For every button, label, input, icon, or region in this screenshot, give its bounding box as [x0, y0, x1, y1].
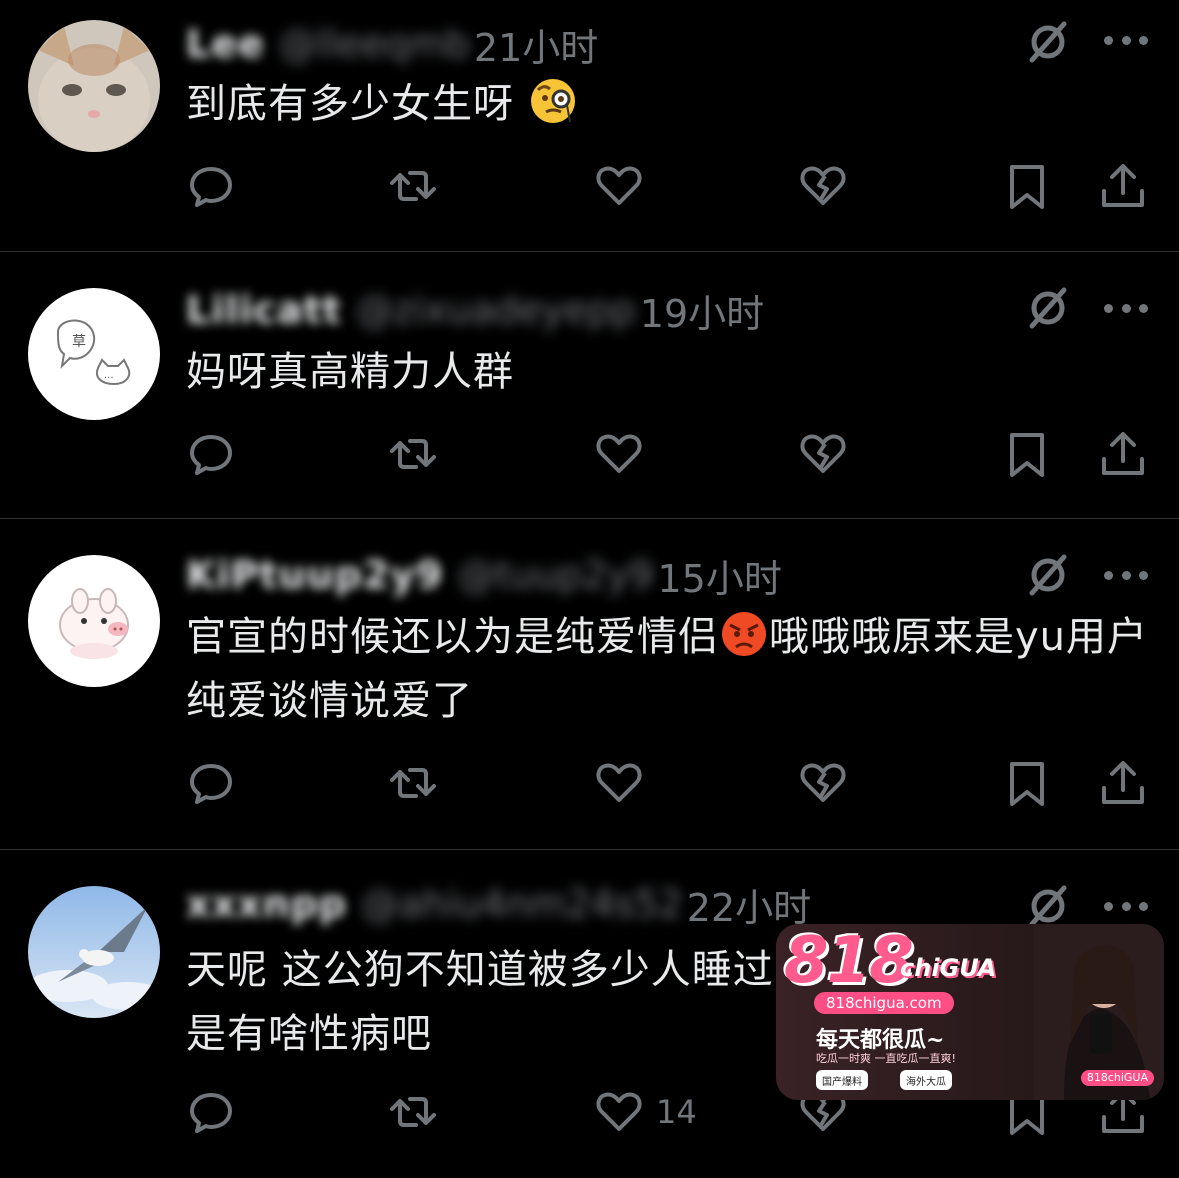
watermark-subtitle: 吃瓜一时爽 一直吃瓜一直爽!: [816, 1052, 956, 1065]
like-icon: [596, 763, 642, 802]
avatar[interactable]: [28, 555, 160, 687]
watermark-logo: 818: [784, 924, 914, 998]
watermark-ad: 818 chiGUA 818chigua.com 每天都很瓜~ 吃瓜一时爽 一直…: [776, 924, 1164, 1100]
dislike-button[interactable]: [798, 158, 848, 214]
repost-button[interactable]: [388, 755, 438, 811]
bookmark-button[interactable]: [1002, 755, 1052, 811]
reply-icon: [190, 764, 232, 804]
share-icon: [1102, 761, 1144, 804]
face-with-monocle-emoji: [530, 79, 575, 123]
post-text: 到底有多少女生呀: [186, 72, 1161, 136]
bookmark-icon: [1010, 433, 1044, 477]
post-text: 官宣的时候还以为是纯爱情侣 哦哦哦原来是yu用户纯爱谈情说爱了: [186, 605, 1161, 733]
dislike-button[interactable]: [798, 755, 848, 811]
author-handle[interactable]: @tuup2y9: [457, 553, 653, 597]
svg-text:草: 草: [72, 334, 86, 350]
like-count: 14: [656, 1093, 697, 1131]
post-header: Lee @lleeqmb 21小时: [186, 16, 598, 72]
bookmark-button[interactable]: [1002, 426, 1052, 482]
broken-heart-icon: [800, 763, 846, 802]
post-text-content: 妈呀真高精力人群: [186, 349, 514, 395]
post-2[interactable]: 草 ... Lilicatt @zixuadeyepp 19小时 妈呀真高精力人…: [0, 252, 1179, 518]
watermark-tag: 818chiGUA: [1080, 1070, 1154, 1086]
grok-icon[interactable]: [1024, 284, 1072, 332]
share-icon: [1102, 432, 1144, 475]
author-name[interactable]: Lee: [186, 22, 265, 66]
more-icon[interactable]: [1104, 298, 1148, 318]
author-name[interactable]: KiPtuup2y9: [186, 553, 443, 597]
author-handle[interactable]: @lleeqmb: [279, 22, 470, 66]
repost-button[interactable]: [388, 158, 438, 214]
post-header: Lilicatt @zixuadeyepp 19小时: [186, 282, 764, 338]
svg-text:...: ...: [104, 370, 114, 381]
grok-icon[interactable]: [1024, 18, 1072, 66]
more-icon[interactable]: [1104, 565, 1148, 585]
broken-heart-icon: [800, 434, 846, 473]
post-text-content: 到底有多少女生呀: [186, 81, 514, 127]
avatar[interactable]: 草 ...: [28, 288, 160, 420]
author-handle[interactable]: @zixuadeyepp: [356, 288, 636, 332]
reply-icon: [190, 1093, 232, 1133]
share-button[interactable]: [1098, 426, 1148, 482]
author-name[interactable]: Lilicatt: [186, 288, 342, 332]
reply-icon: [190, 435, 232, 475]
post-header: KiPtuup2y9 @tuup2y9 15小时: [186, 547, 782, 603]
action-bar: [0, 755, 1179, 811]
watermark-brand: chiGUA: [900, 954, 997, 982]
watermark-pill-2: 海外大瓜: [900, 1070, 952, 1090]
share-button[interactable]: [1098, 158, 1148, 214]
avatar[interactable]: [28, 20, 160, 152]
share-button[interactable]: [1098, 755, 1148, 811]
like-button[interactable]: 14: [594, 1084, 697, 1140]
repost-button[interactable]: [388, 426, 438, 482]
author-handle[interactable]: @ahiu4nm24s52: [361, 882, 683, 926]
post-time[interactable]: 15小时: [657, 548, 781, 603]
bookmark-icon: [1010, 762, 1044, 806]
reply-button[interactable]: [186, 158, 236, 214]
reply-icon: [190, 167, 232, 207]
watermark-domain: 818chigua.com: [814, 992, 954, 1014]
reply-button[interactable]: [186, 1084, 236, 1140]
avatar[interactable]: [28, 886, 160, 1018]
post-1[interactable]: Lee @lleeqmb 21小时 到底有多少女生呀: [0, 0, 1179, 250]
bookmark-icon: [1010, 165, 1044, 209]
share-icon: [1102, 164, 1144, 207]
repost-button[interactable]: [388, 1084, 438, 1140]
like-button[interactable]: [594, 426, 656, 482]
action-bar: [0, 158, 1179, 214]
repost-icon: [390, 768, 436, 798]
angry-face-emoji: [722, 612, 766, 656]
reply-button[interactable]: [186, 755, 236, 811]
dislike-button[interactable]: [798, 426, 848, 482]
grok-icon[interactable]: [1024, 551, 1072, 599]
author-name[interactable]: xxxnpp: [186, 882, 347, 926]
more-icon[interactable]: [1104, 30, 1148, 50]
repost-icon: [390, 439, 436, 469]
like-icon: [596, 1092, 642, 1131]
broken-heart-icon: [800, 166, 846, 205]
reply-button[interactable]: [186, 426, 236, 482]
like-button[interactable]: [594, 755, 656, 811]
like-button[interactable]: [594, 158, 656, 214]
post-time[interactable]: 21小时: [474, 17, 598, 72]
bookmark-button[interactable]: [1002, 158, 1052, 214]
grok-icon[interactable]: [1024, 882, 1072, 930]
watermark-pill-1: 国产爆料: [816, 1070, 868, 1090]
post-text-part-1: 官宣的时候还以为是纯爱情侣: [186, 614, 719, 660]
post-time[interactable]: 19小时: [640, 283, 764, 338]
post-text: 妈呀真高精力人群: [186, 340, 1161, 404]
like-icon: [596, 434, 642, 473]
post-3[interactable]: KiPtuup2y9 @tuup2y9 15小时 官宣的时候还以为是纯爱情侣 哦…: [0, 519, 1179, 849]
post-header: xxxnpp @ahiu4nm24s52 22小时: [186, 876, 811, 932]
more-icon[interactable]: [1104, 896, 1148, 916]
repost-icon: [390, 171, 436, 201]
repost-icon: [390, 1097, 436, 1127]
action-bar: [0, 426, 1179, 482]
like-icon: [596, 166, 642, 205]
